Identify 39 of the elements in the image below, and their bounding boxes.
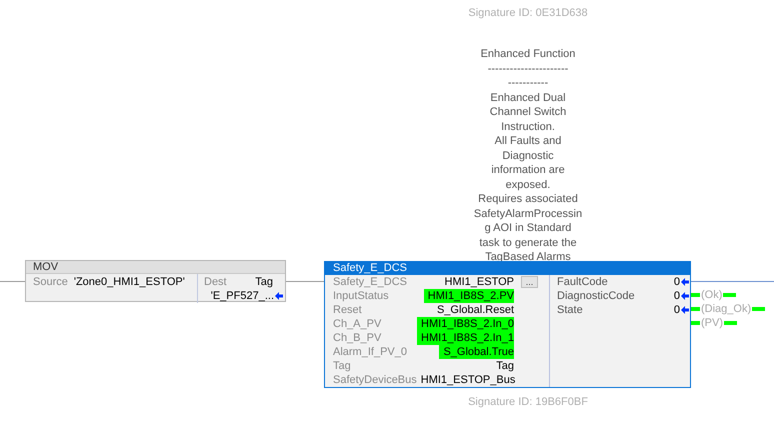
parameter-value: HMI1_IB8S_2.PV [424, 289, 514, 303]
parameter-label: FaultCode [557, 275, 608, 289]
parameter-label: InputStatus [333, 289, 389, 303]
parameter-label: Alarm_If_PV_0 [333, 345, 407, 359]
parameter-label: Dest [204, 275, 227, 289]
parameter-label: Tag [333, 359, 351, 373]
parameter-label: Reset [333, 303, 362, 317]
instruction-description: Enhanced Function ---------------------- ----------- Enhanced Dual Channel Switch Instruction. All Faults and Diagnostic information are exposed. Requires associated SafetyAlarmProcessin g AOI in Standard task to generate the TagBased Alarms [472, 47, 584, 264]
parameter-label: Ch_A_PV [333, 317, 382, 331]
browse-button[interactable]: ... [521, 276, 538, 288]
parameter-value: 0 [674, 275, 680, 289]
aoi-instruction-block[interactable] [324, 261, 691, 388]
block-title: Safety_E_DCS [325, 262, 690, 275]
parameter-label: Safety_E_DCS [333, 275, 407, 289]
parameter-value: HMI1_ESTOP_Bus [420, 373, 516, 387]
parameter-value: Tag [495, 359, 514, 373]
parameter-label: State [557, 303, 583, 317]
parameter-value: Tag [255, 275, 273, 289]
mov-instruction-block[interactable]: MOV Source 'Zone0_HMI1_ESTOP' Dest Tag 'E_PF527_... [25, 260, 286, 302]
parameter-value: 'Zone0_HMI1_ESTOP' [74, 275, 185, 289]
arrow-icon [275, 292, 283, 300]
parameter-value: 'E_PF527_... [210, 289, 274, 303]
parameter-value: S_Global.Reset [436, 303, 514, 317]
parameter-value: 0 [674, 303, 680, 317]
parameter-value: S_Global.True [439, 345, 514, 359]
parameter-label: DiagnosticCode [557, 289, 635, 303]
parameter-label: SafetyDeviceBus [333, 373, 417, 387]
signature-id: Signature ID: 19B6F0BF [467, 395, 589, 409]
block-title: MOV [26, 261, 285, 274]
signature-id: Signature ID: 0E31D638 [467, 6, 589, 20]
output-coil[interactable]: (Diag_Ok) [691, 302, 766, 316]
output-coil[interactable]: (PV) [691, 316, 766, 330]
parameter-value: HMI1_ESTOP [444, 275, 514, 289]
parameter-label: Ch_B_PV [333, 331, 382, 345]
parameter-value: HMI1_IB8S_2.In_1 [417, 331, 514, 345]
parameter-label: Source [33, 275, 68, 289]
parameter-value: HMI1_IB8S_2.In_0 [417, 317, 514, 331]
output-coil[interactable]: (Ok) [691, 288, 766, 302]
parameter-value: 0 [674, 289, 680, 303]
